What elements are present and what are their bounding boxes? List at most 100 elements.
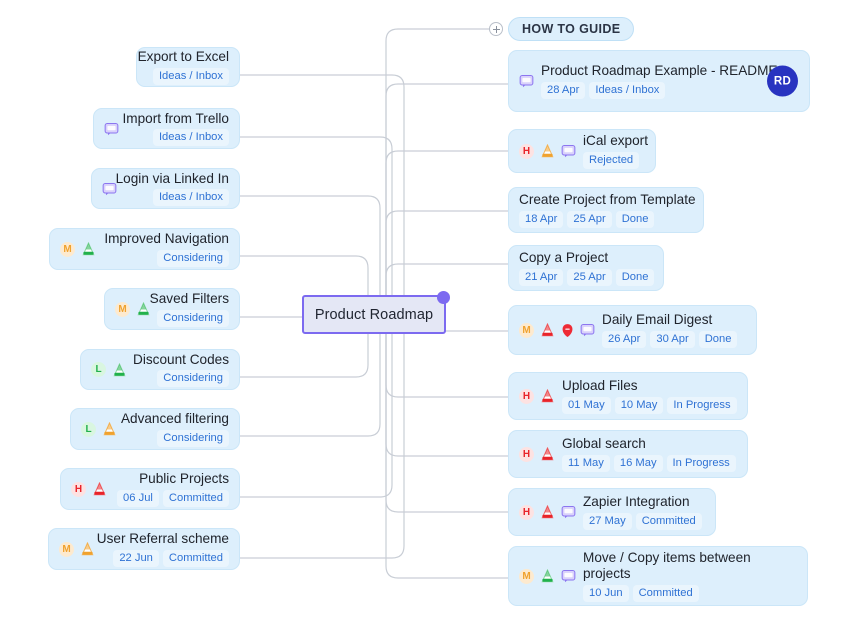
card-tag[interactable]: Committed xyxy=(635,512,702,530)
card-tag[interactable]: Considering xyxy=(157,429,229,447)
card-tag-group: Considering xyxy=(157,370,229,388)
mindmap-card[interactable]: Import from Trello Ideas / Inbox xyxy=(93,108,240,149)
card-tag[interactable]: 30 Apr xyxy=(650,330,695,348)
card-body: Global search 11 May 16 May In Progress xyxy=(562,436,737,472)
how-to-guide-label: HOW TO GUIDE xyxy=(522,22,621,36)
card-body: Discount Codes Considering xyxy=(133,352,229,388)
card-icon-group xyxy=(104,122,119,136)
card-tag[interactable]: Ideas / Inbox xyxy=(152,129,229,147)
card-body: Zapier Integration 27 May Committed xyxy=(583,494,705,530)
effort-pyramid-icon xyxy=(81,242,96,256)
card-tag[interactable]: Committed xyxy=(632,585,699,603)
card-icon-group: H xyxy=(519,143,576,159)
card-tag-group: 27 May Committed xyxy=(583,512,702,530)
card-tag[interactable]: 10 May xyxy=(614,396,664,414)
card-title: Zapier Integration xyxy=(583,494,690,510)
mindmap-card[interactable]: L Advanced filtering Considering xyxy=(70,408,240,450)
card-tag[interactable]: Ideas / Inbox xyxy=(589,81,666,99)
drag-handle-dot-icon[interactable] xyxy=(437,291,450,304)
card-body: Import from Trello Ideas / Inbox xyxy=(122,111,229,147)
card-tag[interactable]: 22 Jun xyxy=(113,549,159,567)
card-title: Upload Files xyxy=(562,378,638,394)
card-icon-group: H xyxy=(71,481,107,497)
card-tag-group: 22 Jun Committed xyxy=(113,549,229,567)
card-tag[interactable]: In Progress xyxy=(666,454,736,472)
card-icon-group: M xyxy=(519,568,576,584)
mindmap-card[interactable]: Product Roadmap Example - README 28 Apr Id… xyxy=(508,50,810,112)
mindmap-card[interactable]: L Discount Codes Considering xyxy=(80,349,240,390)
effort-pyramid-icon xyxy=(102,422,117,436)
mindmap-card[interactable]: H Public Projects 06 Jul Committed xyxy=(60,468,240,510)
card-tag[interactable]: 10 Jun xyxy=(583,585,629,603)
card-tag[interactable]: In Progress xyxy=(667,396,737,414)
mindmap-card[interactable]: M User Referral scheme 22 Jun Committed xyxy=(48,528,240,570)
mindmap-card[interactable]: M Improved Navigation Considering xyxy=(49,228,240,270)
card-icon-group: H xyxy=(519,446,555,462)
card-tag-group: 11 May 16 May In Progress xyxy=(562,454,736,472)
mindmap-card[interactable]: HiCal export Rejected xyxy=(508,129,656,173)
mindmap-card[interactable]: H Upload Files 01 May 10 May In Progress xyxy=(508,372,748,420)
effort-pyramid-icon xyxy=(540,323,555,337)
avatar[interactable]: RD xyxy=(767,65,798,97)
card-tag[interactable]: Done xyxy=(615,268,655,286)
card-tag-group: Ideas / Inbox xyxy=(152,129,229,147)
card-icon-group: L xyxy=(81,421,117,437)
card-title: Login via Linked In xyxy=(115,170,229,186)
card-tag[interactable]: 28 Apr xyxy=(541,81,586,99)
effort-pyramid-icon xyxy=(540,569,555,583)
card-tag[interactable]: 11 May xyxy=(562,454,610,472)
card-tag-group: Considering xyxy=(157,309,229,327)
card-tag-group: Ideas / Inbox xyxy=(152,67,229,85)
how-to-guide-node[interactable]: HOW TO GUIDE xyxy=(508,17,635,41)
card-tag[interactable]: 21 Apr xyxy=(519,268,564,286)
priority-badge-h: H xyxy=(519,504,534,520)
card-title: Product Roadmap Example - README xyxy=(541,63,778,79)
card-tag[interactable]: Considering xyxy=(157,309,229,327)
priority-badge-m: M xyxy=(59,541,74,557)
card-body: Upload Files 01 May 10 May In Progress xyxy=(562,378,737,414)
card-tag-group: 06 Jul Committed xyxy=(117,489,229,507)
card-tag-group: Ideas / Inbox xyxy=(152,189,229,207)
card-tag[interactable]: Done xyxy=(615,210,655,228)
card-tag[interactable]: Rejected xyxy=(583,151,640,169)
card-tag[interactable]: 01 May xyxy=(562,396,611,414)
card-tag[interactable]: 06 Jul xyxy=(117,489,159,507)
card-tag[interactable]: 26 Apr xyxy=(602,330,647,348)
card-tag[interactable]: Considering xyxy=(157,370,229,388)
card-tag[interactable]: Ideas / Inbox xyxy=(152,189,229,207)
card-tag[interactable]: 25 Apr xyxy=(567,210,612,228)
card-tag[interactable]: 16 May xyxy=(613,454,663,472)
mindmap-card[interactable]: Copy a Project 21 Apr 25 Apr Done xyxy=(508,245,664,291)
effort-pyramid-icon xyxy=(92,482,107,496)
mindmap-card[interactable]: H Global search 11 May 16 May In Progress xyxy=(508,430,748,478)
card-body: Daily Email Digest 26 Apr 30 Apr Done xyxy=(602,312,746,348)
card-tag[interactable]: Considering xyxy=(157,249,229,267)
mindmap-card[interactable]: Create Project from Template 18 Apr 25 Apr… xyxy=(508,187,704,233)
card-title: Copy a Project xyxy=(519,250,609,266)
mindmap-card[interactable]: H Zapier Integration 27 May Committed xyxy=(508,488,716,536)
mindmap-canvas[interactable]: HOW TO GUIDE Product Roadmap Export to E… xyxy=(0,0,846,631)
card-tag[interactable]: Committed xyxy=(162,549,229,567)
priority-badge-m: M xyxy=(519,322,534,338)
card-title: Create Project from Template xyxy=(519,192,696,208)
comment-bubble-icon xyxy=(519,74,534,88)
mindmap-card[interactable]: Export to Excel Ideas / Inbox xyxy=(136,47,240,87)
card-body: Export to Excel Ideas / Inbox xyxy=(138,49,229,85)
card-tag[interactable]: Done xyxy=(698,330,738,348)
root-node-product-roadmap[interactable]: Product Roadmap xyxy=(302,291,450,334)
mindmap-card[interactable]: Login via Linked In Ideas / Inbox xyxy=(91,168,240,209)
card-body: Login via Linked In Ideas / Inbox xyxy=(116,171,229,207)
mindmap-card[interactable]: M Move / Copy items between projects 10 Ju… xyxy=(508,546,808,606)
card-tag[interactable]: 25 Apr xyxy=(567,268,612,286)
card-tag[interactable]: 27 May xyxy=(583,512,632,530)
plus-circle-icon[interactable] xyxy=(489,22,503,36)
card-body: Product Roadmap Example - README 28 Apr Id… xyxy=(541,63,799,99)
mindmap-card[interactable]: M Daily Email Digest 26 Apr 30 Apr Done xyxy=(508,305,757,355)
card-tag[interactable]: Ideas / Inbox xyxy=(152,67,229,85)
card-body: Create Project from Template 18 Apr 25 Apr… xyxy=(519,192,696,228)
card-tag-group: Rejected xyxy=(583,151,640,169)
card-tag[interactable]: 18 Apr xyxy=(519,210,564,228)
mindmap-card[interactable]: M Saved Filters Considering xyxy=(104,288,240,330)
card-tag[interactable]: Committed xyxy=(162,489,229,507)
priority-badge-m: M xyxy=(519,568,534,584)
